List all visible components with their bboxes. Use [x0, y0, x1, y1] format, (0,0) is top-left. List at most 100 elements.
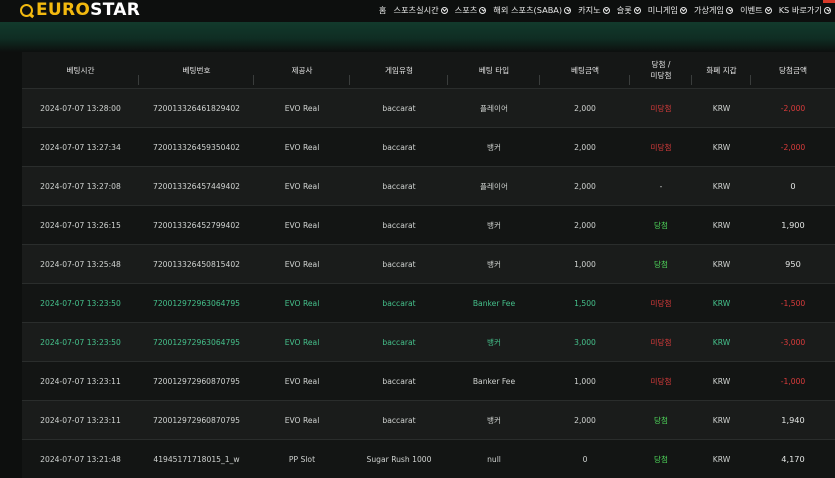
cell-bet-type: Banker Fee	[448, 284, 540, 323]
nav-item-8[interactable]: 이벤트	[740, 4, 772, 16]
chevron-down-icon	[680, 7, 687, 14]
table-row[interactable]: 2024-07-07 13:25:48720013326450815402EVO…	[22, 245, 835, 284]
cell-bet-no: 41945171718015_1_w	[139, 440, 254, 478]
nav-item-label: 가상게임	[694, 4, 724, 16]
cell-result: 당첨	[630, 401, 692, 440]
cell-provider: PP Slot	[254, 440, 350, 478]
cell-game: baccarat	[350, 167, 448, 206]
cell-result: 당첨	[630, 206, 692, 245]
column-header[interactable]: 당첨 / 미당첨	[630, 52, 692, 89]
cell-time: 2024-07-07 13:25:48	[22, 245, 139, 284]
nav-item-2[interactable]: 스포츠	[455, 4, 487, 16]
cell-win-amount: 0	[751, 167, 835, 206]
nav-item-1[interactable]: 스포츠실시간	[393, 4, 447, 16]
nav-item-6[interactable]: 미니게임	[648, 4, 687, 16]
cell-time: 2024-07-07 13:21:48	[22, 440, 139, 478]
cell-game: baccarat	[350, 128, 448, 167]
cell-bet-type: 뱅커	[448, 206, 540, 245]
nav-item-7[interactable]: 가상게임	[694, 4, 733, 16]
nav-item-label: 해외 스포츠(SABA)	[493, 4, 562, 16]
cell-amount: 2,000	[540, 206, 630, 245]
cell-amount: 2,000	[540, 167, 630, 206]
nav-item-label: 이벤트	[740, 4, 763, 16]
nav-item-label: 미니게임	[648, 4, 678, 16]
cell-amount: 3,000	[540, 323, 630, 362]
column-header[interactable]: 제공사	[254, 52, 350, 89]
cell-bet-no: 720012972963064795	[139, 284, 254, 323]
cell-currency: KRW	[692, 245, 751, 284]
cell-bet-no: 720013326459350402	[139, 128, 254, 167]
column-header[interactable]: 당첨금액	[751, 52, 835, 89]
nav-item-9[interactable]: KS 바로가기	[779, 4, 831, 16]
cell-bet-type: Banker Fee	[448, 362, 540, 401]
cell-win-amount: -3,000	[751, 323, 835, 362]
corner-badge	[823, 0, 835, 3]
column-header[interactable]: 베팅번호	[139, 52, 254, 89]
cell-time: 2024-07-07 13:23:50	[22, 323, 139, 362]
cell-time: 2024-07-07 13:27:34	[22, 128, 139, 167]
table-row[interactable]: 2024-07-07 13:27:08720013326457449402EVO…	[22, 167, 835, 206]
cell-amount: 1,500	[540, 284, 630, 323]
logo-ring-icon	[20, 4, 33, 17]
top-bar: EURO STAR 홈 스포츠실시간 스포츠 해외 스포츠(SABA) 카지노 슬롯 미니게…	[0, 0, 835, 22]
cell-bet-no: 720013326457449402	[139, 167, 254, 206]
cell-win-amount: 1,940	[751, 401, 835, 440]
column-header[interactable]: 화폐 지갑	[692, 52, 751, 89]
cell-amount: 2,000	[540, 401, 630, 440]
chevron-down-icon	[441, 7, 448, 14]
cell-currency: KRW	[692, 401, 751, 440]
cell-result: 미당첨	[630, 128, 692, 167]
column-header[interactable]: 베팅 타입	[448, 52, 540, 89]
cell-game: baccarat	[350, 362, 448, 401]
cell-time: 2024-07-07 13:23:11	[22, 362, 139, 401]
eurostar-logo[interactable]: EURO STAR	[20, 0, 140, 20]
table-row[interactable]: 2024-07-07 13:23:50720012972963064795EVO…	[22, 284, 835, 323]
cell-game: baccarat	[350, 323, 448, 362]
table-row[interactable]: 2024-07-07 13:27:34720013326459350402EVO…	[22, 128, 835, 167]
cell-win-amount: 1,900	[751, 206, 835, 245]
cell-provider: EVO Real	[254, 362, 350, 401]
table-row[interactable]: 2024-07-07 13:23:11720012972960870795EVO…	[22, 401, 835, 440]
column-header[interactable]: 베팅시간	[22, 52, 139, 89]
chevron-down-icon	[765, 7, 772, 14]
cell-game: baccarat	[350, 245, 448, 284]
table-header-row: 베팅시간베팅번호제공사게임유형베팅 타입베팅금액당첨 / 미당첨화폐 지갑당첨금…	[22, 52, 835, 89]
column-header[interactable]: 게임유형	[350, 52, 448, 89]
cell-amount: 0	[540, 440, 630, 478]
cell-win-amount: 4,170	[751, 440, 835, 478]
cell-bet-type: 뱅커	[448, 401, 540, 440]
nav-item-5[interactable]: 슬롯	[617, 4, 641, 16]
nav-item-4[interactable]: 카지노	[578, 4, 610, 16]
chevron-down-icon	[603, 7, 610, 14]
cell-bet-type: 뱅커	[448, 323, 540, 362]
chevron-down-icon	[564, 7, 571, 14]
nav-item-3[interactable]: 해외 스포츠(SABA)	[493, 4, 571, 16]
nav-item-0[interactable]: 홈	[379, 4, 387, 16]
column-header[interactable]: 베팅금액	[540, 52, 630, 89]
cell-provider: EVO Real	[254, 89, 350, 128]
cell-bet-type: 플레이어	[448, 167, 540, 206]
table-row[interactable]: 2024-07-07 13:23:11720012972960870795EVO…	[22, 362, 835, 401]
cell-provider: EVO Real	[254, 284, 350, 323]
chevron-down-icon	[824, 7, 831, 14]
table-row[interactable]: 2024-07-07 13:21:4841945171718015_1_wPP …	[22, 440, 835, 478]
cell-result: 미당첨	[630, 323, 692, 362]
chevron-down-icon	[726, 7, 733, 14]
nav-item-label: 홈	[379, 4, 387, 16]
cell-currency: KRW	[692, 362, 751, 401]
cell-bet-no: 720012972960870795	[139, 401, 254, 440]
table-row[interactable]: 2024-07-07 13:26:15720013326452799402EVO…	[22, 206, 835, 245]
cell-win-amount: -1,000	[751, 362, 835, 401]
cell-bet-type: 뱅커	[448, 128, 540, 167]
table-row[interactable]: 2024-07-07 13:28:00720013326461829402EVO…	[22, 89, 835, 128]
cell-bet-type: null	[448, 440, 540, 478]
logo-text-star: STAR	[90, 0, 140, 20]
cell-result: 당첨	[630, 440, 692, 478]
table-row[interactable]: 2024-07-07 13:23:50720012972963064795EVO…	[22, 323, 835, 362]
cell-result: 당첨	[630, 245, 692, 284]
cell-bet-type: 플레이어	[448, 89, 540, 128]
chevron-down-icon	[634, 7, 641, 14]
cell-win-amount: -2,000	[751, 89, 835, 128]
cell-bet-no: 720012972960870795	[139, 362, 254, 401]
logo-text-euro: EURO	[36, 0, 90, 20]
